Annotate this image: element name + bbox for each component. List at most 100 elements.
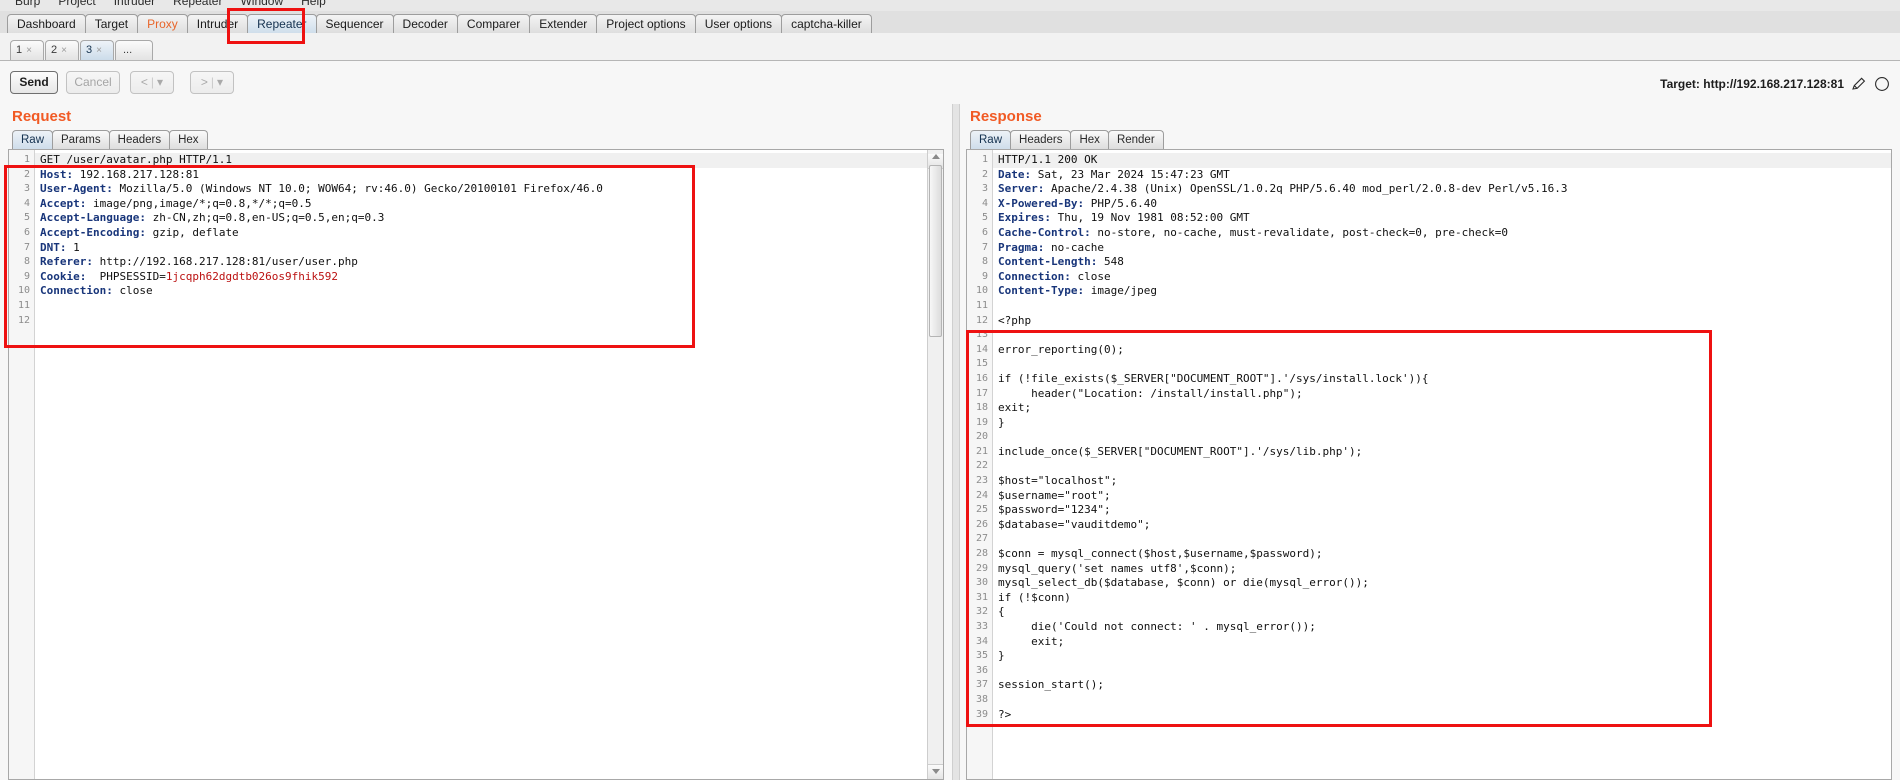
request-vertical-scrollbar[interactable]	[927, 150, 943, 779]
header-name: Cookie:	[40, 269, 87, 283]
main-tab-user-options[interactable]: User options	[694, 14, 783, 33]
main-tab-captcha-killer[interactable]: captcha-killer	[781, 14, 872, 33]
help-circle-icon[interactable]	[1874, 76, 1890, 92]
repeater-tab-strip: 1 × 2 × 3 ×...	[0, 33, 1900, 61]
line-number: 30	[975, 577, 988, 589]
line-number: 9	[981, 270, 988, 282]
line-number: 7	[981, 241, 988, 253]
code-line: DNT: 1	[40, 241, 943, 256]
response-tab-raw[interactable]: Raw	[970, 130, 1012, 150]
chevron-down-icon[interactable]: ▾	[157, 72, 163, 93]
header-value: {	[998, 605, 1005, 619]
line-number: 36	[975, 664, 988, 676]
code-line: Server: Apache/2.4.38 (Unix) OpenSSL/1.0…	[998, 182, 1891, 197]
close-icon[interactable]: ×	[96, 41, 102, 60]
line-number: 10	[17, 285, 30, 297]
repeater-tab-3[interactable]: 3 ×	[80, 40, 114, 60]
header-name: Server:	[998, 182, 1045, 196]
main-tab-target[interactable]: Target	[84, 14, 139, 33]
repeater-tab-moremoremore[interactable]: ...	[115, 40, 153, 60]
highlighted-value: 1jcqph62dgdtb026os9fhik592	[165, 269, 339, 283]
header-value: include_once($_SERVER["DOCUMENT_ROOT"].'…	[998, 444, 1363, 458]
code-line: if (!$conn)	[998, 591, 1891, 606]
menu-item-window[interactable]: Window	[231, 0, 292, 8]
header-value: 548	[1097, 255, 1124, 269]
header-value: die('Could not connect: ' . mysql_error(…	[998, 620, 1316, 633]
header-value: image/png,image/*;q=0.8,*/*;q=0.5	[86, 196, 312, 210]
response-line-numbers: 1 2 3 4 5 6 7 8 9 10 11 12 13 14 15 16 17 18 19 20 21 22 23 24 2…	[967, 150, 993, 779]
main-tab-project-options[interactable]: Project options	[596, 14, 696, 33]
code-line: Pragma: no-cache	[998, 241, 1891, 256]
request-tab-hex[interactable]: Hex	[169, 130, 208, 150]
header-name: Content-Type:	[998, 284, 1085, 298]
main-tab-sequencer[interactable]: Sequencer	[315, 14, 394, 33]
menu-item-help[interactable]: Help	[292, 0, 335, 8]
chevron-down-icon[interactable]: ▾	[217, 72, 223, 93]
response-raw-text[interactable]: HTTP/1.1 200 OK Date: Sat, 23 Mar 2024 15…	[993, 150, 1891, 779]
main-tab-repeater[interactable]: Repeater	[247, 14, 317, 33]
response-tab-hex[interactable]: Hex	[1070, 130, 1109, 150]
code-line: include_once($_SERVER["DOCUMENT_ROOT"].'…	[998, 445, 1891, 460]
line-number: 11	[17, 299, 30, 311]
response-tab-render[interactable]: Render	[1107, 130, 1164, 150]
line-number: 26	[975, 518, 988, 530]
send-button[interactable]: Send	[10, 71, 58, 94]
close-icon[interactable]: ×	[61, 41, 67, 60]
code-line: Content-Type: image/jpeg	[998, 284, 1891, 299]
line-number: 13	[975, 329, 988, 341]
pencil-edit-icon[interactable]	[1851, 76, 1867, 92]
line-number: 23	[975, 475, 988, 487]
line-number: 5	[981, 212, 988, 224]
main-tab-decoder[interactable]: Decoder	[392, 14, 458, 33]
response-tabs: Raw Headers Hex Render	[970, 130, 1164, 150]
cancel-button[interactable]: Cancel	[66, 71, 120, 94]
response-pane-title: Response	[970, 108, 1042, 125]
main-tab-extender[interactable]: Extender	[529, 14, 598, 33]
code-line: Accept: image/png,image/*;q=0.8,*/*;q=0.…	[40, 197, 943, 212]
code-line: exit;	[998, 635, 1891, 650]
header-value: }	[998, 649, 1005, 663]
menu-item-project[interactable]: Project	[49, 0, 104, 8]
main-tab-intruder[interactable]: Intruder	[186, 14, 249, 33]
main-tab-proxy[interactable]: Proxy	[137, 14, 188, 33]
close-icon[interactable]: ×	[26, 41, 32, 60]
header-value: if (!$conn)	[998, 590, 1071, 604]
header-value: Mozilla/5.0 (Windows NT 10.0; WOW64; rv:…	[112, 182, 603, 196]
line-number: 11	[975, 299, 988, 311]
line-number: 1	[981, 154, 988, 165]
go-back-button[interactable]: < | ▾	[130, 71, 174, 94]
repeater-tab-1[interactable]: 1 ×	[10, 40, 44, 60]
header-value: no-store, no-cache, must-revalidate, pos…	[1090, 225, 1508, 239]
main-tab-dashboard[interactable]: Dashboard	[7, 14, 86, 33]
line-number: 19	[975, 416, 988, 428]
line-number: 27	[975, 533, 988, 545]
menu-item-burp[interactable]: Burp	[6, 0, 49, 8]
line-number: 28	[975, 548, 988, 560]
header-name: DNT:	[40, 240, 67, 254]
request-raw-text[interactable]: GET /user/avatar.php HTTP/1.1 Host: 192.1…	[35, 150, 943, 779]
request-tab-raw[interactable]: Raw	[12, 130, 54, 150]
line-number: 22	[975, 460, 988, 472]
request-tab-params[interactable]: Params	[52, 130, 110, 150]
go-forward-button[interactable]: > | ▾	[190, 71, 234, 94]
target-label: Target: http://192.168.217.128:81	[1660, 77, 1844, 91]
request-editor[interactable]: 1 2 3 4 5 6 7 8 9 10 11 12 GET /user/avatar.php HTT…	[8, 149, 944, 780]
line-number: 12	[975, 314, 988, 326]
menu-item-intruder[interactable]: Intruder	[105, 0, 164, 8]
request-tab-headers[interactable]: Headers	[108, 130, 171, 150]
line-number: 24	[975, 489, 988, 501]
menu-item-repeater[interactable]: Repeater	[164, 0, 231, 8]
repeater-tab-2[interactable]: 2 ×	[45, 40, 79, 60]
code-line: exit;	[998, 401, 1891, 416]
response-editor[interactable]: 1 2 3 4 5 6 7 8 9 10 11 12 13 14 15 16 17 18 19 20 21 22 23 24 2…	[966, 149, 1892, 780]
response-tab-headers[interactable]: Headers	[1010, 130, 1072, 150]
scroll-down-arrow-icon[interactable]	[928, 764, 943, 779]
line-number: 2	[981, 168, 988, 180]
repeater-toolbar: Send Cancel < | ▾ > | ▾ Target: http://1…	[0, 62, 1900, 104]
main-tab-comparer[interactable]: Comparer	[456, 14, 531, 33]
code-line: User-Agent: Mozilla/5.0 (Windows NT 10.0…	[40, 182, 943, 197]
scroll-thumb[interactable]	[929, 165, 942, 337]
header-value: exit;	[998, 401, 1032, 415]
header-value: image/jpeg	[1084, 284, 1157, 298]
